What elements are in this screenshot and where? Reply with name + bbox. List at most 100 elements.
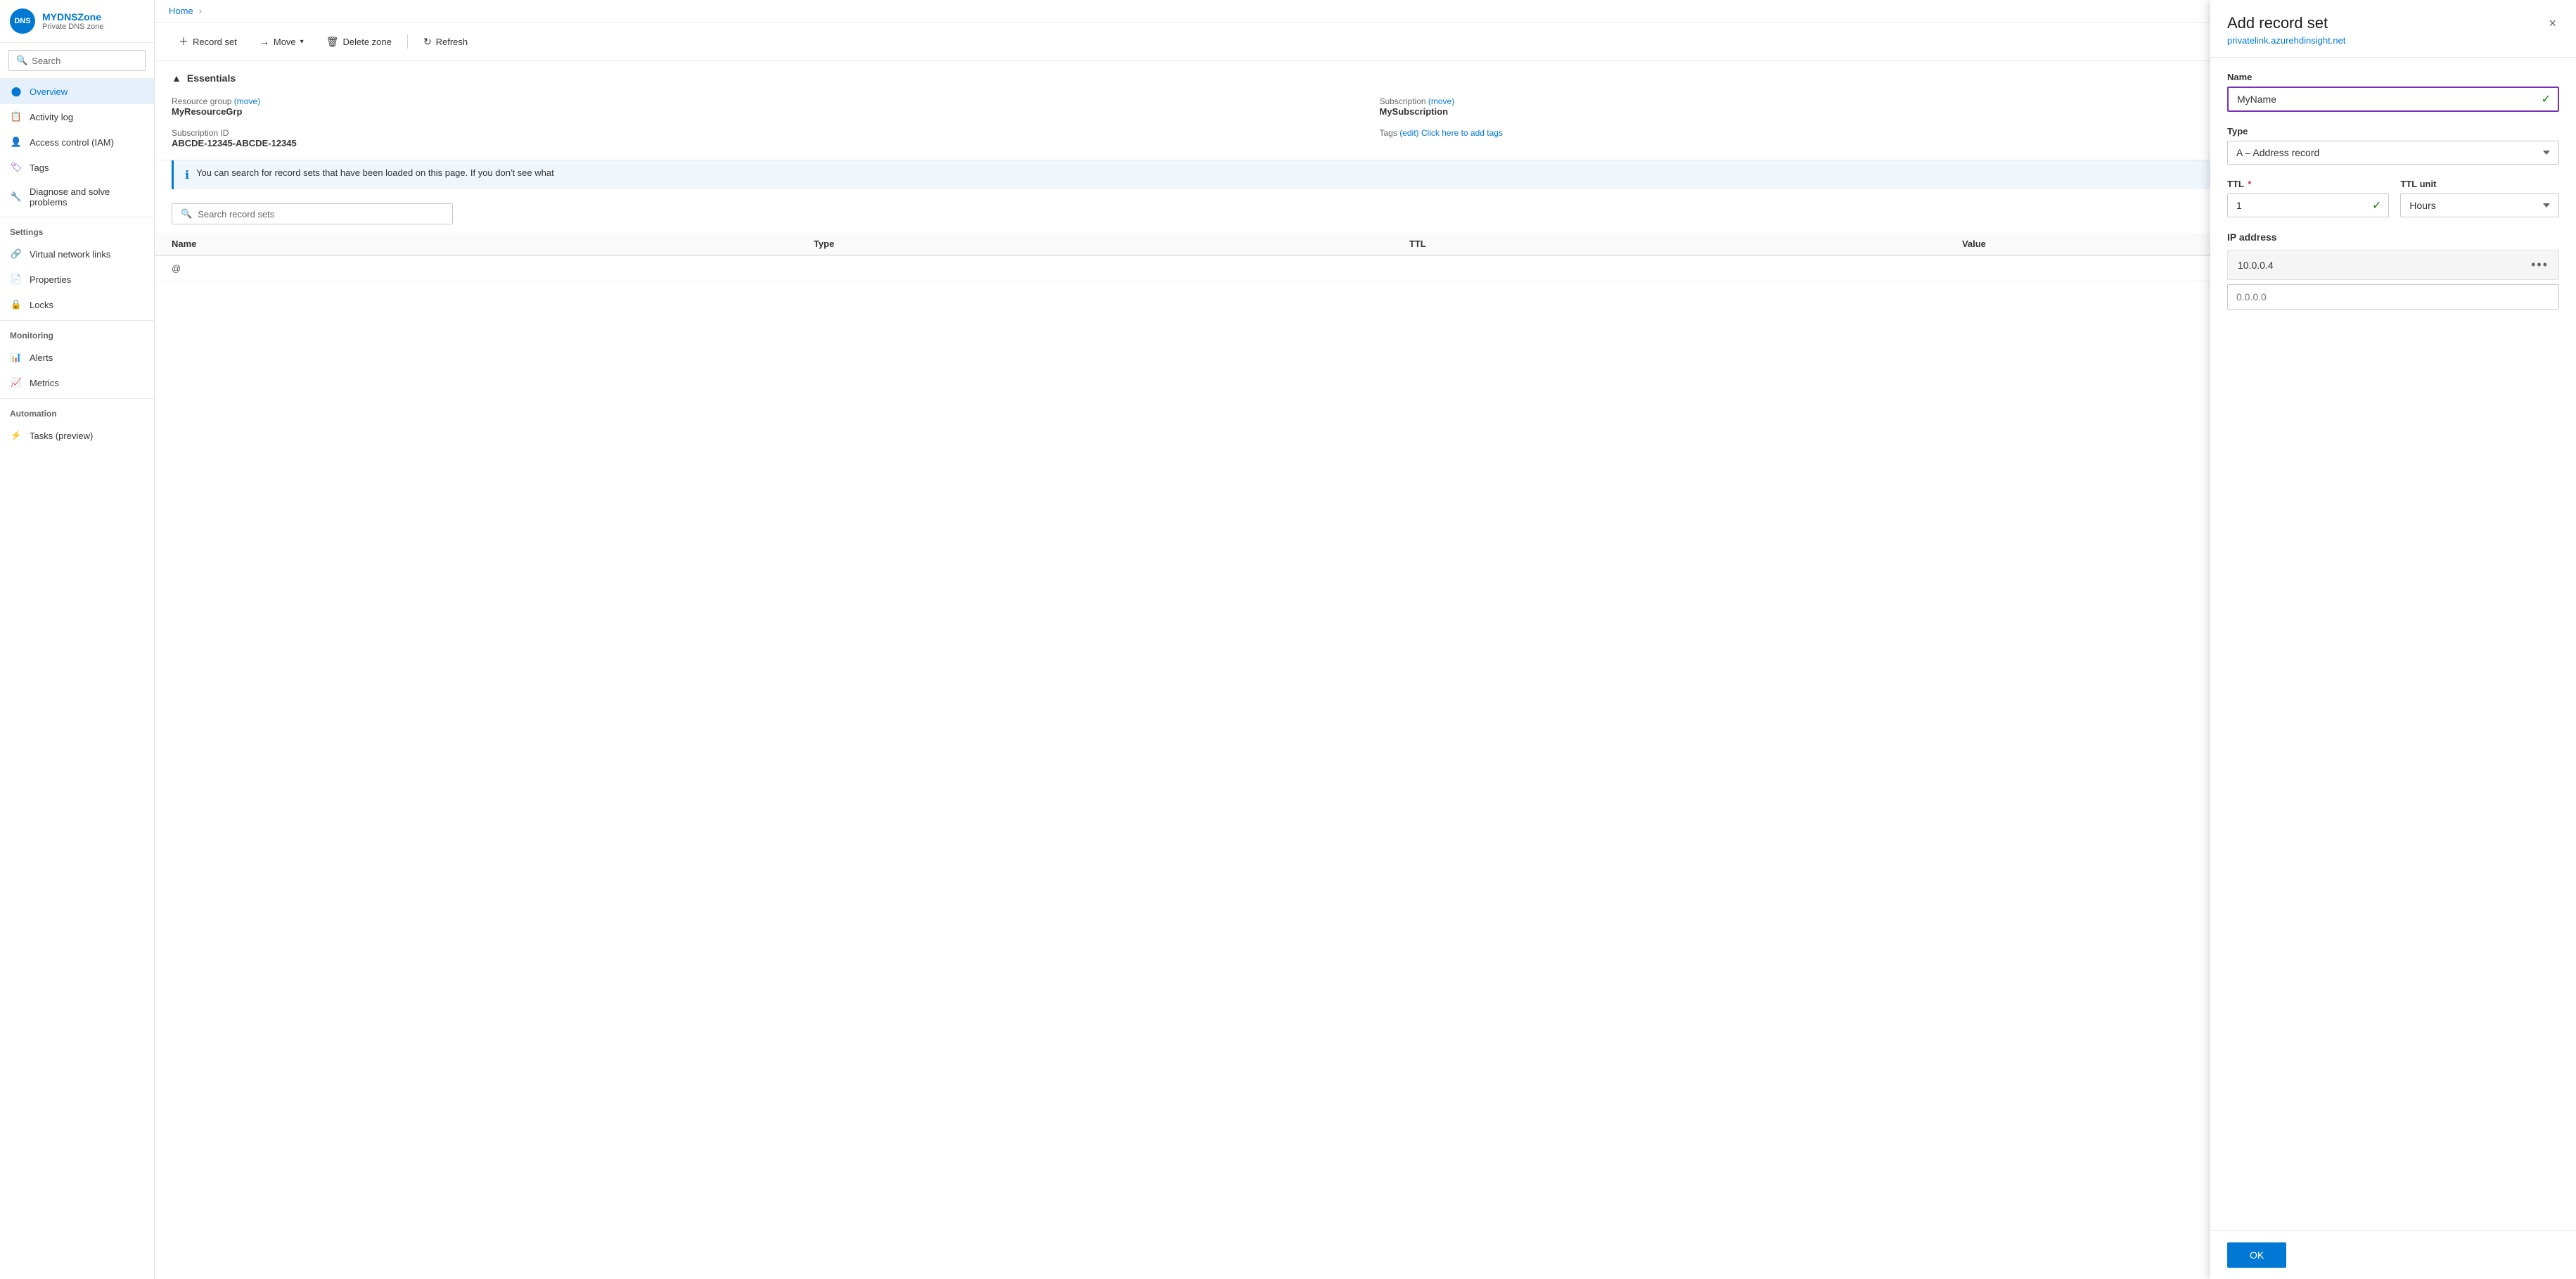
access-control-icon: 👤 [10, 136, 23, 148]
resource-group-label: Resource group (move) [172, 96, 260, 106]
type-form-group: Type A – Address record AAAA – IPv6 addr… [2227, 126, 2559, 165]
toolbar-separator [407, 34, 408, 49]
add-record-set-panel: Add record set privatelink.azurehdinsigh… [2210, 0, 2576, 1279]
at-symbol: @ [172, 263, 181, 274]
subscription-id-value: ABCDE-12345-ABCDE-12345 [172, 138, 1352, 148]
ok-button[interactable]: OK [2227, 1242, 2286, 1268]
breadcrumb-home[interactable]: Home [169, 6, 193, 16]
sidebar-item-label: Access control (IAM) [30, 137, 114, 148]
essentials-header[interactable]: ▲ Essentials [172, 72, 2559, 84]
table-header-type: Type [797, 233, 1392, 255]
virtual-network-icon: 🔗 [10, 248, 23, 260]
sidebar-item-virtual-network-links[interactable]: 🔗 Virtual network links [0, 241, 154, 267]
alerts-icon: 📊 [10, 351, 23, 364]
search-record-sets-input[interactable]: 🔍 Search record sets [172, 203, 453, 224]
monitoring-section-label: Monitoring [0, 320, 154, 345]
sidebar-item-activity-log[interactable]: 📋 Activity log [0, 104, 154, 129]
move-chevron-icon: ▾ [300, 38, 304, 46]
sidebar-item-tags[interactable]: 🏷 Tags [0, 155, 154, 180]
sidebar-item-metrics[interactable]: 📈 Metrics [0, 370, 154, 395]
sidebar-item-label: Activity log [30, 112, 73, 122]
automation-section-label: Automation [0, 398, 154, 423]
plus-icon: ＋ [179, 34, 188, 49]
move-button[interactable]: → Move ▾ [250, 31, 314, 52]
diagnose-icon: 🔧 [10, 191, 23, 203]
panel-header: Add record set privatelink.azurehdinsigh… [2210, 0, 2576, 58]
settings-section-label: Settings [0, 217, 154, 241]
info-icon: ℹ [185, 168, 189, 182]
essentials-resource-group: Resource group (move) MyResourceGrp [172, 95, 1352, 117]
tags-edit-link[interactable]: (edit) [1399, 128, 1418, 138]
refresh-icon: ↻ [423, 36, 432, 48]
ttl-checkmark-icon: ✓ [2372, 198, 2388, 212]
locks-icon: 🔒 [10, 298, 23, 311]
table-header-name: Name [155, 233, 797, 255]
delete-icon: 🗑 [326, 36, 339, 48]
tags-label: Tags (edit) [1380, 128, 1421, 138]
sidebar-item-access-control[interactable]: 👤 Access control (IAM) [0, 129, 154, 155]
close-panel-button[interactable]: × [2546, 14, 2559, 32]
ip-address-label: IP address [2227, 231, 2559, 243]
record-set-button[interactable]: ＋ Record set [169, 30, 247, 53]
panel-body: Name ✓ Type A – Address record AAAA – IP… [2210, 58, 2576, 1230]
sidebar-item-label: Alerts [30, 352, 53, 363]
subscription-move-link[interactable]: (move) [1428, 96, 1454, 106]
sidebar-item-diagnose[interactable]: 🔧 Diagnose and solve problems [0, 180, 154, 214]
overview-icon: ⬤ [10, 85, 23, 98]
sidebar-search-container: 🔍 Search [0, 43, 154, 79]
essentials-chevron-icon: ▲ [172, 72, 181, 84]
ttl-form-group: TTL * ✓ [2227, 179, 2389, 217]
sidebar-item-overview[interactable]: ⬤ Overview [0, 79, 154, 104]
tasks-icon: ⚡ [10, 429, 23, 442]
sidebar-item-label: Overview [30, 87, 68, 97]
sidebar-search-input[interactable]: 🔍 Search [8, 50, 146, 71]
ttl-row: TTL * ✓ TTL unit Hours Minutes Seconds D… [2227, 179, 2559, 231]
table-cell-type [797, 255, 1392, 281]
sidebar-item-label: Tags [30, 163, 49, 173]
resource-group-move-link[interactable]: (move) [234, 96, 260, 106]
move-label: Move [274, 37, 296, 47]
tags-icon: 🏷 [10, 161, 23, 174]
name-input[interactable] [2229, 88, 2542, 110]
sidebar-item-tasks-preview[interactable]: ⚡ Tasks (preview) [0, 423, 154, 448]
ttl-unit-select[interactable]: Hours Minutes Seconds Days [2400, 193, 2559, 217]
refresh-button[interactable]: ↻ Refresh [414, 31, 478, 53]
ip-address-input[interactable] [2228, 285, 2558, 309]
essentials-title: Essentials [187, 72, 236, 84]
ip-more-options-icon[interactable]: ••• [2531, 257, 2549, 272]
sidebar-item-label: Metrics [30, 378, 59, 388]
main-content: Home › ＋ Record set → Move ▾ 🗑 Delete zo… [155, 0, 2576, 1279]
breadcrumb-separator: › [199, 6, 202, 16]
delete-zone-button[interactable]: 🗑 Delete zone [316, 31, 402, 53]
name-checkmark-icon: ✓ [2542, 92, 2558, 106]
subscription-id-label: Subscription ID [172, 128, 229, 138]
properties-icon: 📄 [10, 273, 23, 286]
sidebar-item-label: Virtual network links [30, 249, 110, 260]
sidebar-item-properties[interactable]: 📄 Properties [0, 267, 154, 292]
search-placeholder: Search [32, 56, 60, 66]
search-rs-icon: 🔍 [181, 208, 192, 219]
type-select[interactable]: A – Address record AAAA – IPv6 address r… [2227, 141, 2559, 165]
sidebar-item-locks[interactable]: 🔒 Locks [0, 292, 154, 317]
name-label: Name [2227, 72, 2559, 82]
ttl-input[interactable] [2228, 194, 2372, 217]
table-header-ttl: TTL [1392, 233, 1945, 255]
sidebar-item-label: Diagnose and solve problems [30, 186, 144, 208]
delete-zone-label: Delete zone [342, 37, 391, 47]
ip-address-section: IP address 10.0.0.4 ••• [2227, 231, 2559, 310]
info-message: You can search for record sets that have… [196, 167, 554, 178]
essentials-subscription-id: Subscription ID ABCDE-12345-ABCDE-12345 [172, 127, 1352, 148]
sidebar-header: DNS MYDNSZone Private DNS zone [0, 0, 154, 43]
dns-zone-subtitle: Private DNS zone [42, 23, 103, 31]
resource-group-value: MyResourceGrp [172, 106, 1352, 117]
sidebar-item-label: Tasks (preview) [30, 431, 93, 441]
ttl-unit-label: TTL unit [2400, 179, 2559, 189]
subscription-label: Subscription (move) [1380, 96, 1455, 106]
avatar: DNS [10, 8, 35, 34]
sidebar: DNS MYDNSZone Private DNS zone 🔍 Search … [0, 0, 155, 1279]
tags-add-link[interactable]: Click here to add tags [1421, 128, 1503, 138]
move-icon: → [259, 36, 269, 47]
ip-existing-value: 10.0.0.4 [2238, 260, 2274, 271]
name-input-wrapper: ✓ [2227, 87, 2559, 112]
sidebar-item-alerts[interactable]: 📊 Alerts [0, 345, 154, 370]
